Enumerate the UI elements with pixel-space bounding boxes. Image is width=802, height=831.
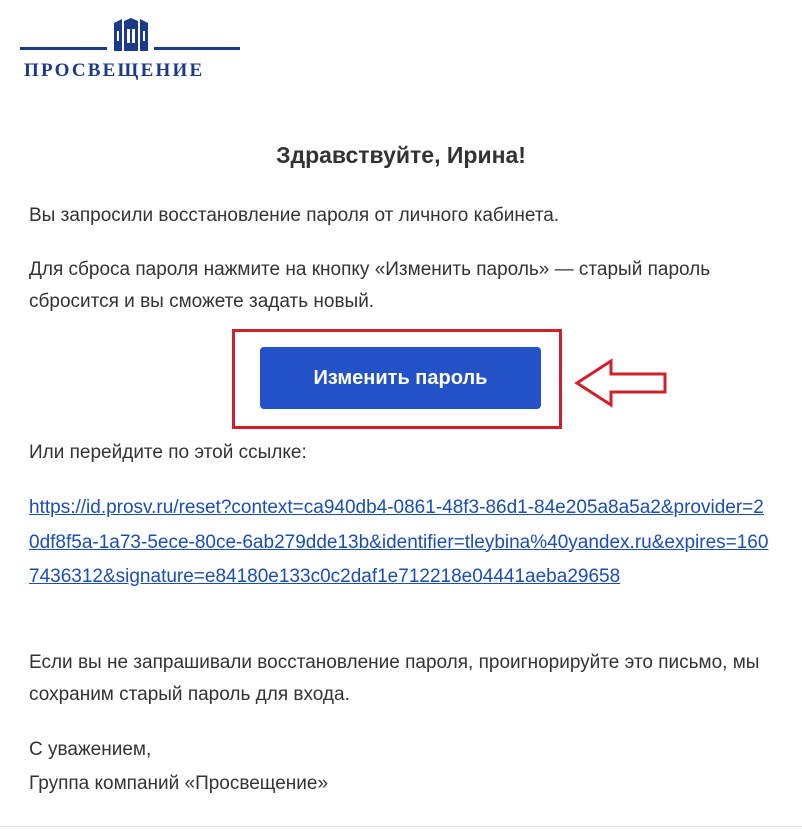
ignore-note-text: Если вы не запрашивали восстановление па… [29, 652, 760, 705]
left-arrow-icon [574, 358, 667, 408]
bottom-divider [0, 826, 802, 827]
brand-logo: ПРОСВЕЩЕНИЕ [18, 16, 244, 82]
instruction-text: Для сброса пароля нажмите на кнопку «Изм… [29, 259, 711, 312]
prosv-emblem-icon [114, 18, 148, 51]
logo-rule-right [154, 47, 240, 50]
closing-text: С уважением, [29, 739, 152, 760]
alt-link-text: Или перейдите по этой ссылке: [29, 442, 307, 463]
greeting-heading: Здравствуйте, Ирина! [276, 142, 526, 168]
brand-wordmark: ПРОСВЕЩЕНИЕ [24, 60, 205, 81]
logo-rule-left [20, 47, 107, 50]
change-password-button[interactable]: Изменить пароль [260, 347, 541, 409]
signature-text: Группа компаний «Просвещение» [29, 773, 329, 794]
reset-password-link[interactable]: https://id.prosv.ru/reset?context=ca940d… [29, 491, 774, 595]
intro-text: Вы запросили восстановление пароля от ли… [29, 205, 560, 226]
